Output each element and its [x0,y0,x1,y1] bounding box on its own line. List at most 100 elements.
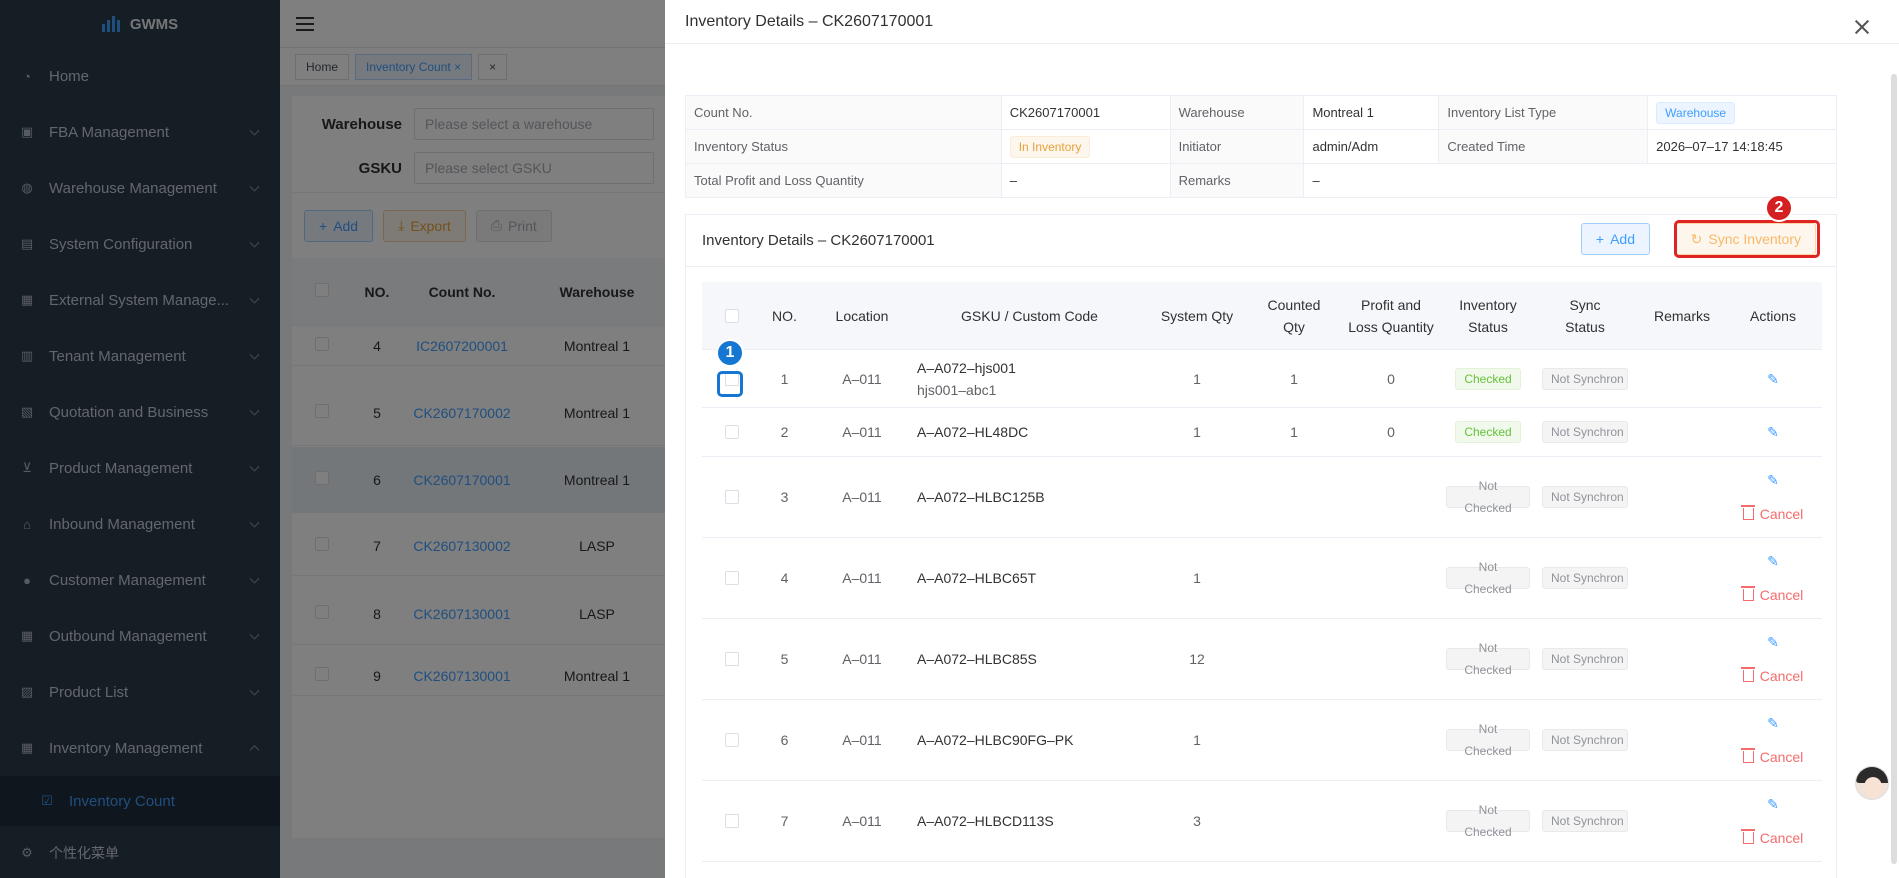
row-no: 4 [780,570,789,586]
initiator-value: admin/Adm [1304,130,1440,164]
add-detail-button[interactable]: + Add [1580,223,1650,255]
edit-icon[interactable]: ✎ [1767,421,1779,443]
row-inv-status-cell: Not Checked [1446,560,1530,596]
inventory-details-drawer: Inventory Details – CK2607170001 Count N… [665,0,1899,878]
card-header: Inventory Details – CK2607170001 + Add ↻ S… [686,215,1836,267]
edit-icon[interactable]: ✎ [1767,368,1779,390]
cancel-button[interactable]: Cancel [1740,827,1804,849]
row-checkbox[interactable] [725,733,739,747]
row-checkbox[interactable] [725,490,739,504]
close-icon[interactable] [1855,20,1869,34]
inventory-status-tag: Not Checked [1446,803,1530,839]
trash-icon [1740,505,1755,520]
row-system-qty: 1 [1193,370,1201,387]
table-row[interactable]: 7 A–011 A–A072–HLBCD113S 3 Not Checked Not Sy… [702,781,1822,862]
row-profit-loss: 0 [1387,424,1395,440]
sync-highlight-box [1674,220,1820,258]
row-system-qty: 1 [1193,570,1201,586]
row-select-cell [702,652,762,666]
row-gsku-cell: A–A072–HLBC65T [917,567,1142,589]
row-checkbox[interactable] [725,652,739,666]
cancel-button[interactable]: Cancel [1740,503,1803,525]
inventory-status-tag: Not Checked [1446,560,1530,596]
row-inv-status-cell: Checked [1446,367,1530,390]
row-gsku-cell: A–A072–HLBCD113S [917,810,1142,832]
trash-icon [1740,667,1755,682]
row-location: A–011 [842,370,882,387]
row-checkbox[interactable] [725,425,739,439]
desc-row: Count No. CK2607170001 Warehouse Montrea… [686,96,1838,130]
table-row[interactable]: 6 A–011 A–A072–HLBC90FG–PK 1 Not Checked Not … [702,700,1822,781]
table-row[interactable]: 4 A–011 A–A072–HLBC65T 1 Not Checked Not Sync… [702,538,1822,619]
col-actions: Actions [1750,307,1796,324]
edit-icon[interactable]: ✎ [1767,469,1779,491]
row-counted-qty: 1 [1290,370,1298,387]
assistant-avatar[interactable] [1855,766,1889,800]
col-counted-qty: Counted Qty [1267,296,1321,335]
inventory-status-tag: Not Checked [1446,641,1530,677]
table-row[interactable]: 3 A–011 A–A072–HLBC125B Not Checked Not Sync… [702,457,1822,538]
trash-icon [1740,586,1755,601]
desc-row: Total Profit and Loss Quantity – Remarks… [686,164,1837,198]
row-no: 5 [780,651,789,667]
cancel-button[interactable]: Cancel [1740,746,1803,768]
row-location: A–011 [842,813,882,829]
row-location: A–011 [842,651,882,667]
add-label: Add [1610,231,1635,247]
inventory-status-tag: Not Checked [1446,722,1530,758]
sync-status-tag: Not Synchron [1542,367,1628,390]
row-actions: ✎ Cancel [1724,469,1822,525]
row-location: A–011 [842,424,882,440]
row-select-cell [702,733,762,747]
table-row[interactable]: 1 A–011 A–A072–hjs001 hjs001–abc1 1 1 0 Checked… [702,350,1822,408]
count-no-label: Count No. [686,96,1002,130]
total-label: Total Profit and Loss Quantity [686,164,1002,198]
row-gsku-cell: A–A072–hjs001 hjs001–abc1 [917,357,1142,401]
table-row[interactable]: 5 A–011 A–A072–HLBC85S 12 Not Checked Not Syn… [702,619,1822,700]
edit-icon[interactable]: ✎ [1767,712,1779,734]
table-row[interactable]: 2 A–011 A–A072–HL48DC 1 1 0 Checked Not Synchro… [702,408,1822,457]
annotation-badge-2: 2 [1765,194,1793,222]
gsku-value: A–A072–HLBC85S [917,651,1037,667]
gsku-value: A–A072–HL48DC [917,424,1029,440]
desc-row: Inventory Status In Inventory Initiator … [686,130,1838,164]
row-checkbox[interactable] [725,814,739,828]
row-inv-status-cell: Not Checked [1446,803,1530,839]
row-checkbox[interactable] [725,571,739,585]
col-no: NO. [772,307,797,324]
select-all-checkbox[interactable] [725,308,739,323]
row-no: 3 [780,489,789,505]
sync-status-tag: Not Synchron [1542,648,1628,670]
total-value: – [1001,164,1171,198]
cancel-label: Cancel [1759,830,1804,846]
edit-icon[interactable]: ✎ [1767,550,1779,572]
cancel-button[interactable]: Cancel [1740,665,1803,687]
col-sync-status: Sync Status [1565,296,1605,335]
list-type-label: Inventory List Type [1439,96,1649,130]
sync-status-tag: Not Synchron [1542,421,1628,443]
trash-icon [1740,748,1755,763]
scrollbar[interactable] [1891,74,1897,864]
card-title: Inventory Details – CK2607170001 [702,232,935,249]
row-gsku-cell: A–A072–HL48DC [917,421,1142,443]
row-sync-status-cell: Not Synchron [1530,810,1640,832]
avatar-face [1864,777,1882,797]
col-system-qty: System Qty [1160,307,1234,324]
gsku-value: A–A072–HLBC65T [917,570,1037,586]
row-inv-status-cell: Not Checked [1446,641,1530,677]
row-system-qty: 12 [1189,651,1205,667]
row-no: 6 [780,732,789,748]
gsku-value: A–A072–HLBC125B [917,489,1045,505]
row-no: 7 [780,813,789,829]
details-table: NO. Location GSKU / Custom Code System Q… [702,282,1822,862]
row-no: 1 [780,370,789,387]
edit-icon[interactable]: ✎ [1767,793,1779,815]
col-location: Location [835,307,889,324]
edit-icon[interactable]: ✎ [1767,631,1779,653]
initiator-label: Initiator [1170,130,1305,164]
warehouse-label: Warehouse [1170,96,1305,130]
details-card: Inventory Details – CK2607170001 + Add ↻ S… [685,214,1837,878]
drawer-header: Inventory Details – CK2607170001 [665,0,1899,44]
status-tag: In Inventory [1009,135,1091,158]
cancel-button[interactable]: Cancel [1740,584,1803,606]
